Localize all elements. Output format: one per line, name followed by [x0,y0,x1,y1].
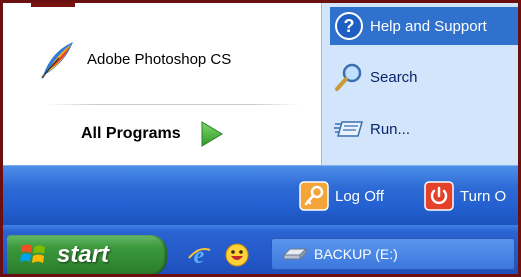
pane-top-edge [31,3,75,7]
windows-flag-icon [19,240,49,270]
help-and-support-label: Help and Support [370,17,487,35]
program-item-photoshop[interactable]: Adobe Photoshop CS [37,35,231,83]
screenshot-frame: Adobe Photoshop CS All Programs ? Help a… [0,0,521,277]
all-programs-label: All Programs [81,125,181,142]
search-item[interactable]: Search [334,62,418,92]
start-menu-footer: Log Off Turn O [3,165,518,226]
help-and-support-item[interactable]: ? Help and Support [330,7,518,45]
key-icon [299,181,329,211]
run-icon [334,114,364,144]
turn-off-label: Turn O [460,187,507,205]
run-label: Run... [370,120,411,138]
start-button[interactable]: start [7,235,167,274]
start-menu-left-pane: Adobe Photoshop CS All Programs [3,3,321,165]
taskbar: start e BACKUP (E:) [3,225,518,274]
all-programs-button[interactable]: All Programs [81,120,225,148]
power-icon [424,181,454,211]
turn-off-button[interactable]: Turn O [424,181,506,211]
drive-icon [282,246,308,262]
start-menu-right-pane: ? Help and Support Search Run... [321,3,518,165]
menu-separator [47,104,301,105]
svg-text:?: ? [344,16,355,36]
program-label: Adobe Photoshop CS [87,50,232,68]
photoshop-feather-icon [37,38,79,80]
taskbar-button-backup[interactable]: BACKUP (E:) [271,238,515,270]
svg-text:e: e [194,243,205,268]
search-label: Search [370,68,418,86]
green-arrow-icon [197,120,225,148]
log-off-button[interactable]: Log Off [299,181,384,211]
log-off-label: Log Off [335,187,384,205]
help-icon: ? [334,11,364,41]
taskbar-button-label: BACKUP (E:) [314,246,398,262]
internet-explorer-icon[interactable]: e [186,242,212,268]
messenger-smiley-icon[interactable] [224,242,250,268]
start-label: start [57,241,110,268]
run-item[interactable]: Run... [334,114,410,144]
search-icon [334,62,364,92]
